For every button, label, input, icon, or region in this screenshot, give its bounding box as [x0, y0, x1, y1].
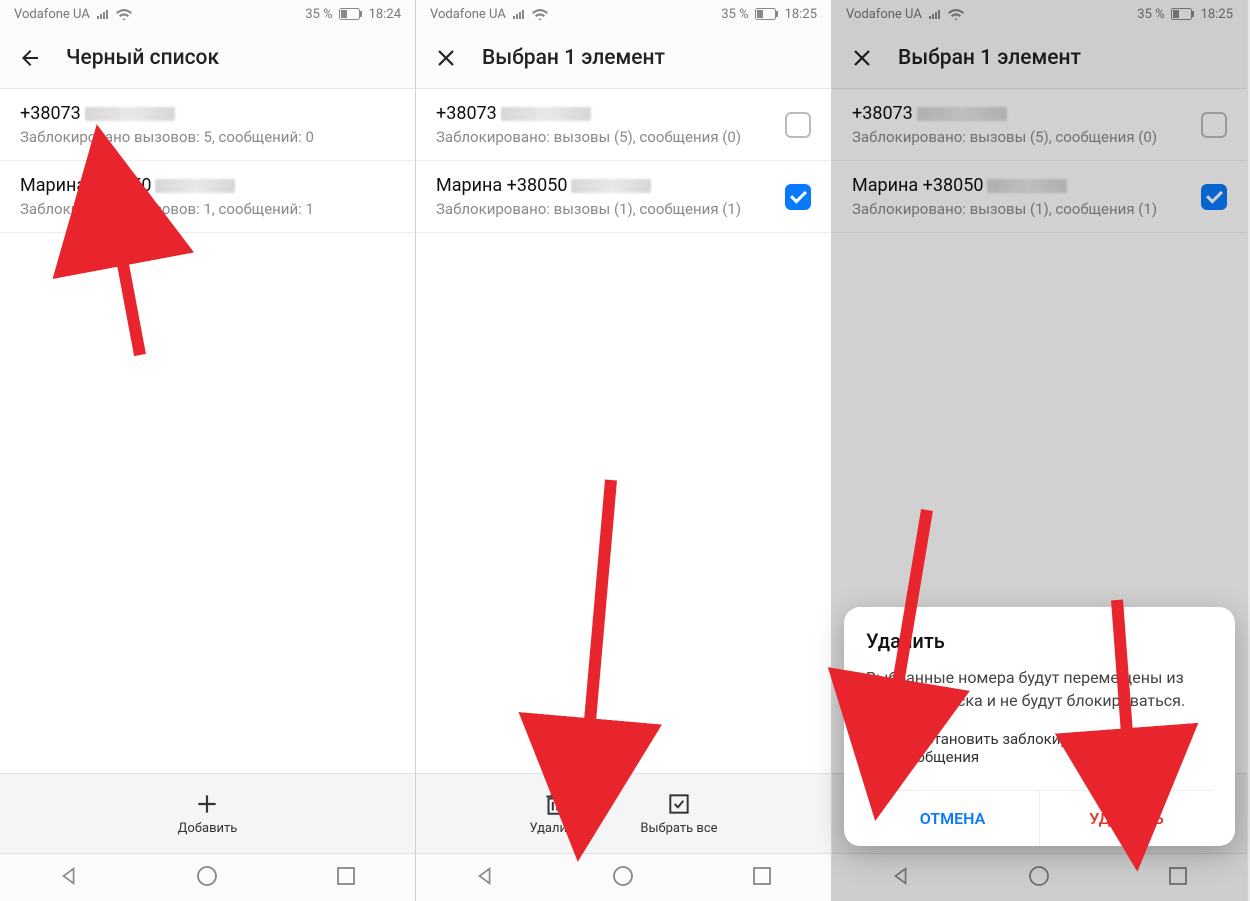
contact-sub: Заблокировано: вызовы (1), сообщения (1) — [436, 200, 773, 218]
bottom-bar: Удалить Выбрать все — [416, 773, 831, 853]
nav-bar — [0, 853, 415, 901]
blacklist-item[interactable]: +38073 Заблокировано вызовов: 5, сообщен… — [0, 89, 415, 161]
select-checkbox[interactable] — [1201, 112, 1227, 138]
contact-sub: Заблокировано вызовов: 1, сообщений: 1 — [20, 200, 395, 218]
clock: 18:24 — [369, 7, 401, 22]
contact-sub: Заблокировано вызовов: 5, сообщений: 0 — [20, 128, 395, 146]
battery-icon — [1171, 8, 1195, 20]
clock: 18:25 — [1201, 7, 1233, 22]
dialog-text: Выбранные номера будут перемещены из чер… — [866, 667, 1213, 712]
page-title: Выбран 1 элемент — [898, 46, 1081, 70]
battery-percent: 35 % — [721, 7, 748, 22]
header: Черный список — [0, 28, 415, 88]
blacklist-item[interactable]: +38073 Заблокировано: вызовы (5), сообще… — [416, 89, 831, 161]
back-icon[interactable] — [18, 46, 42, 70]
blacklist-item[interactable]: Марина +38050 Заблокировано: вызовы (1),… — [416, 161, 831, 233]
carrier-label: Vodafone UA — [14, 7, 90, 22]
status-bar: Vodafone UA 35 % 18:24 — [0, 0, 415, 28]
confirm-delete-button[interactable]: УДАЛИТЬ — [1040, 791, 1213, 846]
phone-screen-2: Vodafone UA 35 % 18:25 Выбран 1 элемент … — [416, 0, 832, 901]
restore-messages-label: Восстановить заблокированные сообщения — [900, 730, 1213, 766]
nav-bar — [832, 853, 1247, 901]
blacklist-item[interactable]: +38073 Заблокировано: вызовы (5), сообще… — [832, 89, 1247, 161]
select-all-icon — [666, 791, 692, 817]
header: Выбран 1 элемент — [832, 28, 1247, 88]
confirm-dialog: Удалить Выбранные номера будут перемещен… — [844, 607, 1235, 846]
blacklist-item[interactable]: Марина +38050 Заблокировано: вызовы (1),… — [832, 161, 1247, 233]
status-bar: Vodafone UA 35 % 18:25 — [832, 0, 1247, 28]
header: Выбран 1 элемент — [416, 28, 831, 88]
carrier-label: Vodafone UA — [430, 7, 506, 22]
status-bar: Vodafone UA 35 % 18:25 — [416, 0, 831, 28]
signal-icon — [928, 9, 942, 20]
nav-back-icon[interactable] — [890, 865, 912, 891]
trash-icon — [542, 791, 568, 817]
nav-back-icon[interactable] — [58, 865, 80, 891]
nav-bar — [416, 853, 831, 901]
close-icon[interactable] — [434, 46, 458, 70]
phone-screen-1: Vodafone UA 35 % 18:24 Черный список +38… — [0, 0, 416, 901]
clock: 18:25 — [785, 7, 817, 22]
bottom-bar: Добавить — [0, 773, 415, 853]
nav-home-icon[interactable] — [612, 865, 634, 891]
carrier-label: Vodafone UA — [846, 7, 922, 22]
signal-icon — [512, 9, 526, 20]
contact-sub: Заблокировано: вызовы (5), сообщения (0) — [436, 128, 773, 146]
cancel-button[interactable]: ОТМЕНА — [866, 791, 1040, 846]
contact-sub: Заблокировано: вызовы (5), сообщения (0) — [852, 128, 1189, 146]
battery-icon — [755, 8, 779, 20]
select-all-label: Выбрать все — [640, 821, 717, 836]
nav-home-icon[interactable] — [196, 865, 218, 891]
delete-label: Удалить — [529, 821, 580, 836]
list-area: +38073 Заблокировано: вызовы (5), сообще… — [416, 88, 831, 773]
battery-percent: 35 % — [305, 7, 332, 22]
add-label: Добавить — [178, 821, 238, 836]
contact-sub: Заблокировано: вызовы (1), сообщения (1) — [852, 200, 1189, 218]
restore-messages-checkbox[interactable] — [866, 737, 888, 759]
nav-recent-icon[interactable] — [335, 865, 357, 891]
battery-icon — [339, 8, 363, 20]
page-title: Выбран 1 элемент — [482, 46, 665, 70]
contact-number: Марина +38050 — [20, 175, 151, 196]
page-title: Черный список — [66, 46, 219, 70]
blacklist-item[interactable]: Марина +38050 Заблокировано вызовов: 1, … — [0, 161, 415, 233]
select-checkbox[interactable] — [785, 184, 811, 210]
contact-number: +38073 — [852, 103, 913, 124]
plus-icon — [194, 791, 220, 817]
contact-number: Марина +38050 — [436, 175, 567, 196]
battery-percent: 35 % — [1137, 7, 1164, 22]
wifi-icon — [948, 9, 964, 20]
select-checkbox[interactable] — [785, 112, 811, 138]
nav-recent-icon[interactable] — [751, 865, 773, 891]
dialog-title: Удалить — [866, 629, 1213, 653]
contact-number: +38073 — [436, 103, 497, 124]
phone-screen-3: Vodafone UA 35 % 18:25 Выбран 1 элемент … — [832, 0, 1248, 901]
close-icon[interactable] — [850, 46, 874, 70]
contact-number: Марина +38050 — [852, 175, 983, 196]
wifi-icon — [532, 9, 548, 20]
list-area: +38073 Заблокировано вызовов: 5, сообщен… — [0, 88, 415, 773]
nav-recent-icon[interactable] — [1167, 865, 1189, 891]
add-button[interactable]: Добавить — [178, 791, 238, 836]
delete-button[interactable]: Удалить — [529, 791, 580, 836]
select-all-button[interactable]: Выбрать все — [640, 791, 717, 836]
signal-icon — [96, 9, 110, 20]
wifi-icon — [116, 9, 132, 20]
nav-back-icon[interactable] — [474, 865, 496, 891]
select-checkbox[interactable] — [1201, 184, 1227, 210]
nav-home-icon[interactable] — [1028, 865, 1050, 891]
contact-number: +38073 — [20, 103, 81, 124]
